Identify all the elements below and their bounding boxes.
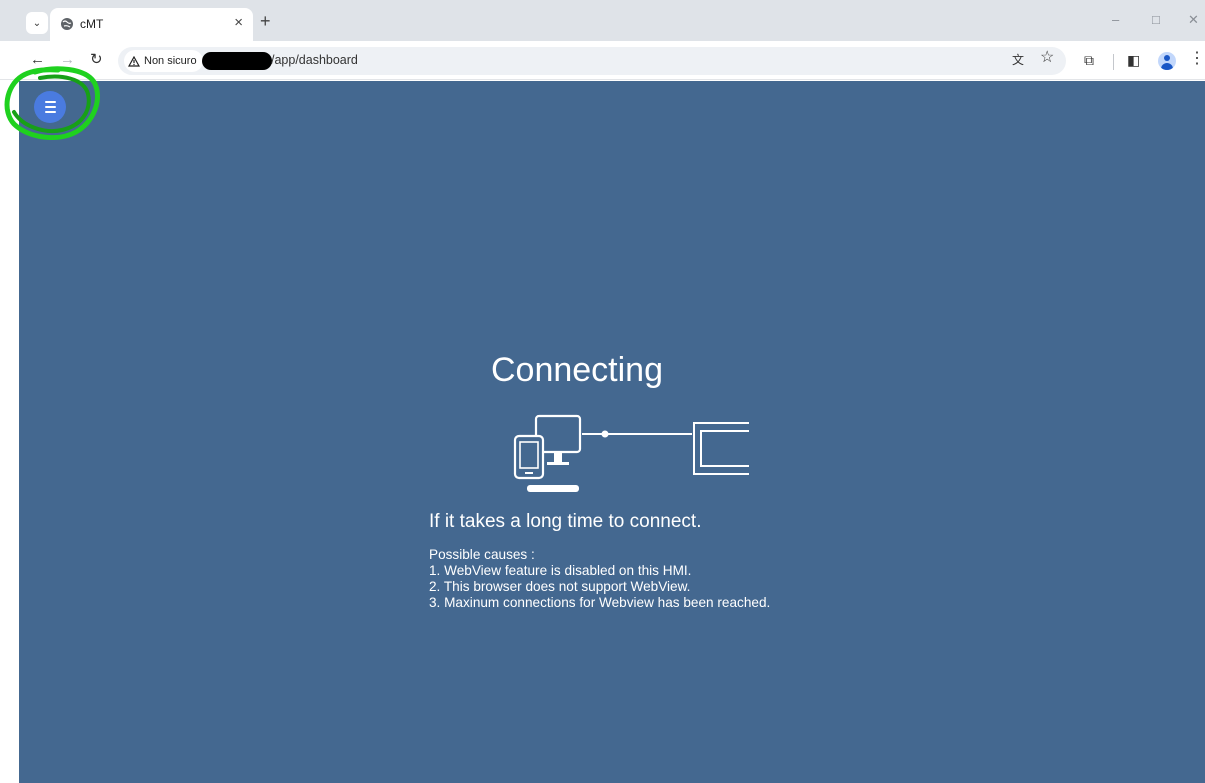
toolbar-separator <box>1113 54 1114 70</box>
browser-tab-strip: ⌄ cMT × + – □ ✕ <box>0 0 1205 41</box>
new-tab-button[interactable]: + <box>260 12 271 30</box>
connecting-title: Connecting <box>490 351 663 389</box>
long-connect-hint: If it takes a long time to connect. <box>429 511 702 532</box>
hamburger-menu-icon <box>44 101 56 103</box>
minimize-icon[interactable]: – <box>1112 12 1119 28</box>
profile-avatar-icon[interactable] <box>1158 52 1176 70</box>
globe-icon <box>61 18 73 30</box>
devices-to-hmi-connection-icon <box>513 414 749 492</box>
causes-heading: Possible causes : <box>429 547 535 562</box>
translate-icon[interactable]: 文 <box>1012 51 1024 69</box>
bookmark-star-icon[interactable]: ☆ <box>1040 49 1054 67</box>
extensions-icon[interactable]: ⧉ <box>1084 51 1094 69</box>
url-path: /app/dashboard <box>271 53 358 67</box>
more-menu-icon[interactable]: ⋮ <box>1189 50 1205 68</box>
possible-causes-list: Possible causes : 1. WebView feature is … <box>429 547 770 611</box>
back-arrow-icon[interactable]: ← <box>30 51 45 69</box>
redacted-host <box>202 52 272 70</box>
cause-item: 1. WebView feature is disabled on this H… <box>429 563 692 578</box>
hamburger-menu-button[interactable] <box>34 91 66 123</box>
reload-icon[interactable]: ↻ <box>90 51 103 69</box>
page-left-gutter <box>0 81 19 783</box>
browser-toolbar: ← → ↻ Non sicuro /app/dashboard 文 ☆ ⧉ ◧ … <box>0 41 1205 80</box>
tab-title: cMT <box>80 17 104 31</box>
close-window-icon[interactable]: ✕ <box>1188 12 1199 28</box>
forward-arrow-icon[interactable]: → <box>60 51 75 69</box>
maximize-icon[interactable]: □ <box>1152 12 1160 28</box>
security-label: Non sicuro <box>144 55 197 67</box>
side-panel-icon[interactable]: ◧ <box>1127 51 1140 69</box>
hmi-webview-page: Connecting If it takes a long time to co… <box>19 81 1205 783</box>
chevron-down-icon: ⌄ <box>32 17 42 29</box>
browser-tab[interactable]: cMT × <box>50 8 253 41</box>
security-indicator[interactable]: Non sicuro <box>124 50 203 72</box>
cause-item: 2. This browser does not support WebView… <box>429 579 691 594</box>
cause-item: 3. Maxinum connections for Webview has b… <box>429 595 771 610</box>
warning-triangle-icon <box>128 55 140 67</box>
address-bar[interactable]: Non sicuro /app/dashboard <box>118 47 1066 75</box>
tab-search-button[interactable]: ⌄ <box>26 12 48 34</box>
close-tab-icon[interactable]: × <box>234 14 243 32</box>
